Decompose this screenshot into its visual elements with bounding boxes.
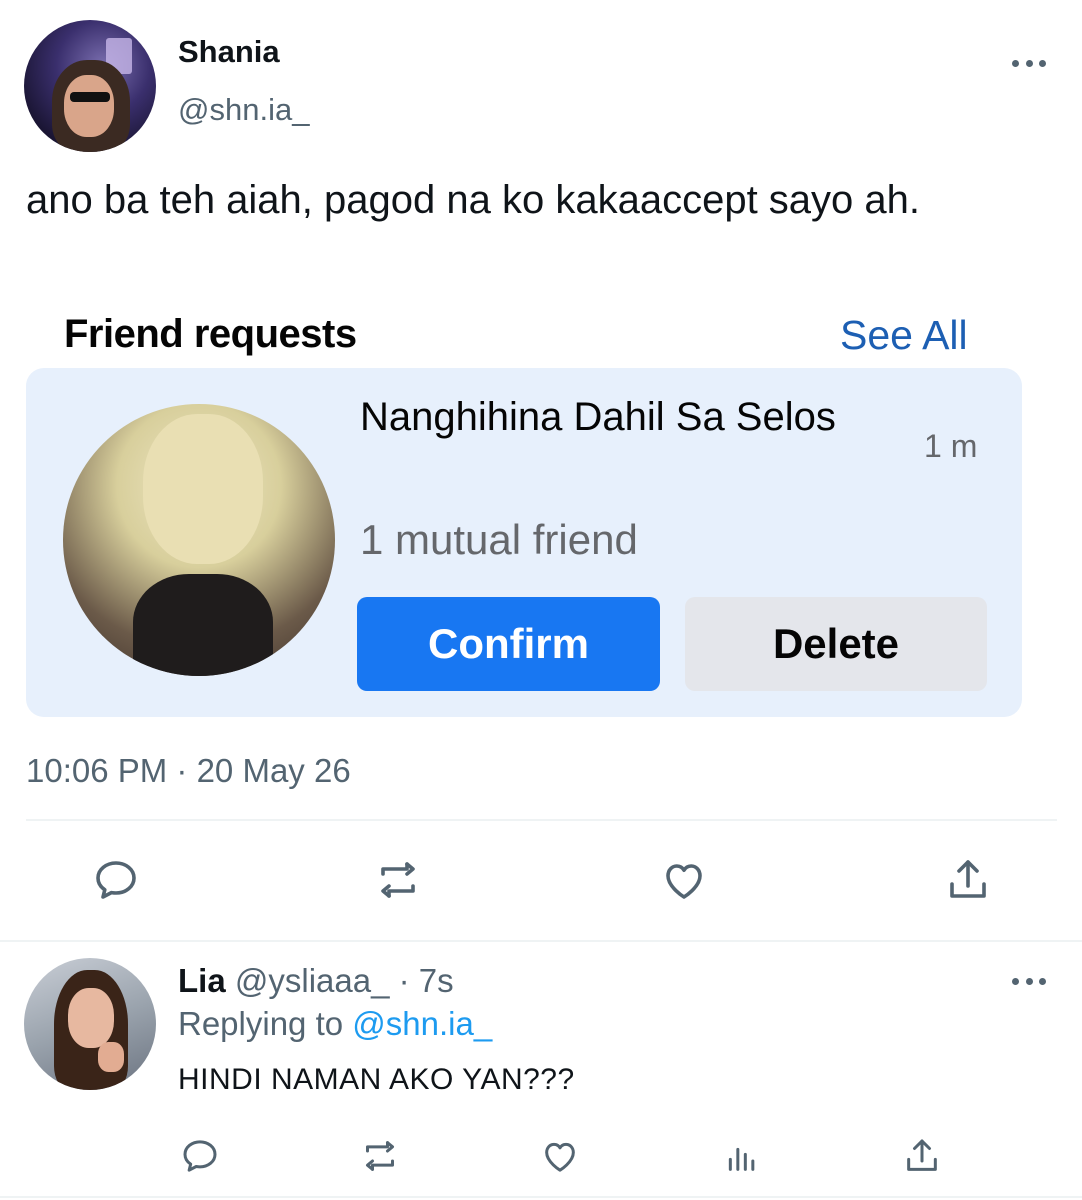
replying-mention[interactable]: @shn.ia_	[352, 1005, 492, 1042]
reply-author-name[interactable]: Lia	[178, 962, 226, 999]
reply-author-handle[interactable]: @ysliaaa_	[235, 962, 390, 999]
retweet-icon[interactable]	[360, 1136, 400, 1176]
reply-time[interactable]: · 7s	[399, 962, 454, 999]
requester-avatar	[63, 404, 335, 676]
divider	[0, 1196, 1082, 1198]
see-all-link: See All	[840, 312, 968, 358]
share-icon[interactable]	[944, 856, 992, 904]
tweet-text: ano ba teh aiah, pagod na ko kakaaccept …	[26, 178, 921, 222]
confirm-button: Confirm	[357, 597, 660, 691]
reply-author-avatar[interactable]	[24, 958, 156, 1090]
more-icon[interactable]	[1012, 976, 1046, 986]
reply-icon[interactable]	[92, 856, 140, 904]
mutual-friends: 1 mutual friend	[360, 516, 638, 563]
reply-header: Lia @ysliaaa_ · 7s	[178, 962, 454, 1000]
analytics-icon[interactable]	[722, 1136, 762, 1176]
author-handle[interactable]: @shn.ia_	[178, 92, 309, 128]
reply-icon[interactable]	[180, 1136, 220, 1176]
request-time: 1 m	[924, 428, 978, 464]
like-icon[interactable]	[540, 1136, 580, 1176]
replying-prefix: Replying to	[178, 1005, 344, 1042]
share-icon[interactable]	[902, 1136, 942, 1176]
delete-button: Delete	[685, 597, 987, 691]
requester-name: Nanghihina Dahil Sa Selos	[360, 395, 836, 439]
like-icon[interactable]	[660, 856, 708, 904]
author-avatar[interactable]	[24, 20, 156, 152]
divider	[26, 819, 1057, 821]
replying-to: Replying to @shn.ia_	[178, 1005, 492, 1043]
author-name[interactable]: Shania	[178, 34, 280, 70]
more-icon[interactable]	[1012, 58, 1046, 68]
retweet-icon[interactable]	[374, 856, 422, 904]
tweet-timestamp[interactable]: 10:06 PM · 20 May 26	[26, 752, 351, 790]
reply-text: HINDI NAMAN AKO YAN???	[178, 1063, 575, 1096]
friend-requests-title: Friend requests	[64, 312, 357, 356]
divider	[0, 940, 1082, 942]
